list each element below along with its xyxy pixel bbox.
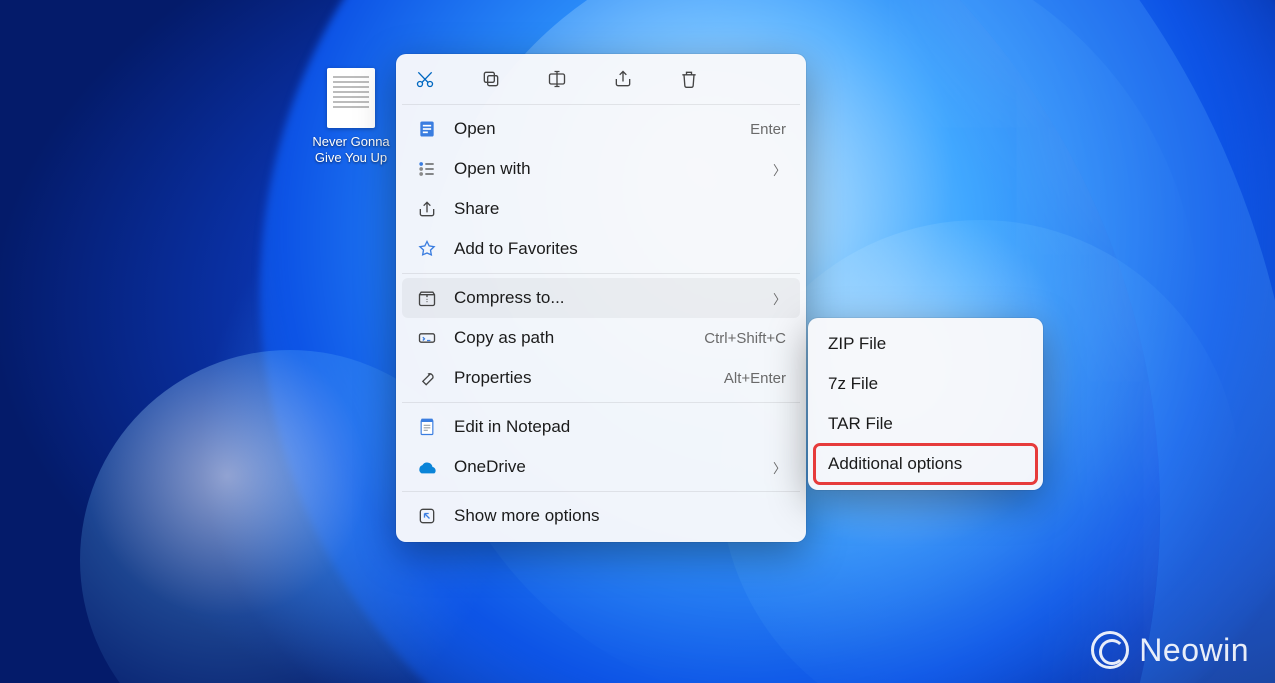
open-icon bbox=[416, 118, 438, 140]
menu-edit-notepad-label: Edit in Notepad bbox=[454, 417, 786, 437]
menu-open-label: Open bbox=[454, 119, 734, 139]
submenu-additional-options[interactable]: Additional options bbox=[814, 444, 1037, 484]
separator bbox=[402, 491, 800, 492]
context-action-row bbox=[402, 60, 800, 100]
delete-icon[interactable] bbox=[678, 68, 700, 90]
share-icon[interactable] bbox=[612, 68, 634, 90]
menu-open-shortcut: Enter bbox=[750, 121, 786, 138]
submenu-7z-label: 7z File bbox=[828, 374, 878, 393]
open-with-icon bbox=[416, 158, 438, 180]
separator bbox=[402, 104, 800, 105]
submenu-tar-label: TAR File bbox=[828, 414, 893, 433]
text-file-icon bbox=[327, 68, 375, 128]
submenu-zip[interactable]: ZIP File bbox=[814, 324, 1037, 364]
desktop-file-label: Never Gonna Give You Up bbox=[306, 134, 396, 167]
menu-share[interactable]: Share bbox=[402, 189, 800, 229]
menu-onedrive[interactable]: OneDrive 〉 bbox=[402, 447, 800, 487]
context-menu: Open Enter Open with 〉 Share Add to Favo… bbox=[396, 54, 806, 542]
menu-edit-notepad[interactable]: Edit in Notepad bbox=[402, 407, 800, 447]
separator bbox=[402, 402, 800, 403]
menu-copy-path[interactable]: Copy as path Ctrl+Shift+C bbox=[402, 318, 800, 358]
menu-more-options-label: Show more options bbox=[454, 506, 786, 526]
menu-compress[interactable]: Compress to... 〉 bbox=[402, 278, 800, 318]
menu-share-label: Share bbox=[454, 199, 786, 219]
compress-submenu: ZIP File 7z File TAR File Additional opt… bbox=[808, 318, 1043, 490]
rename-icon[interactable] bbox=[546, 68, 568, 90]
submenu-7z[interactable]: 7z File bbox=[814, 364, 1037, 404]
star-icon bbox=[416, 238, 438, 260]
separator bbox=[402, 273, 800, 274]
cut-icon[interactable] bbox=[414, 68, 436, 90]
share-menu-icon bbox=[416, 198, 438, 220]
menu-favorites[interactable]: Add to Favorites bbox=[402, 229, 800, 269]
notepad-icon bbox=[416, 416, 438, 438]
wrench-icon bbox=[416, 367, 438, 389]
submenu-zip-label: ZIP File bbox=[828, 334, 886, 353]
neowin-text: Neowin bbox=[1139, 632, 1249, 669]
compress-icon bbox=[416, 287, 438, 309]
menu-properties-label: Properties bbox=[454, 368, 708, 388]
chevron-right-icon: 〉 bbox=[773, 160, 786, 179]
menu-favorites-label: Add to Favorites bbox=[454, 239, 786, 259]
submenu-tar[interactable]: TAR File bbox=[814, 404, 1037, 444]
menu-more-options[interactable]: Show more options bbox=[402, 496, 800, 536]
menu-open-with[interactable]: Open with 〉 bbox=[402, 149, 800, 189]
neowin-watermark: Neowin bbox=[1091, 631, 1249, 669]
menu-properties[interactable]: Properties Alt+Enter bbox=[402, 358, 800, 398]
copy-path-icon bbox=[416, 327, 438, 349]
desktop-file-icon[interactable]: Never Gonna Give You Up bbox=[306, 68, 396, 167]
menu-properties-shortcut: Alt+Enter bbox=[724, 370, 786, 387]
submenu-additional-label: Additional options bbox=[828, 454, 962, 473]
chevron-right-icon: 〉 bbox=[773, 458, 786, 477]
menu-copy-path-label: Copy as path bbox=[454, 328, 688, 348]
menu-compress-label: Compress to... bbox=[454, 288, 757, 308]
onedrive-icon bbox=[416, 456, 438, 478]
copy-icon[interactable] bbox=[480, 68, 502, 90]
more-options-icon bbox=[416, 505, 438, 527]
menu-open-with-label: Open with bbox=[454, 159, 757, 179]
menu-copy-path-shortcut: Ctrl+Shift+C bbox=[704, 330, 786, 347]
menu-onedrive-label: OneDrive bbox=[454, 457, 757, 477]
chevron-right-icon: 〉 bbox=[773, 289, 786, 308]
menu-open[interactable]: Open Enter bbox=[402, 109, 800, 149]
neowin-logo-icon bbox=[1091, 631, 1129, 669]
